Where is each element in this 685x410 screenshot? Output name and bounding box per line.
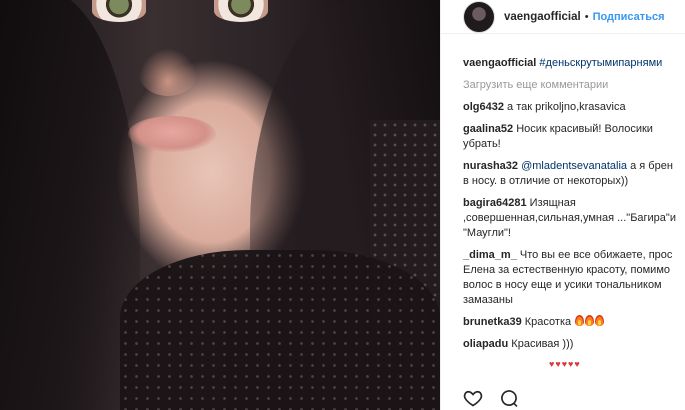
comment-mention[interactable]: @mladentsevanatalia	[521, 160, 627, 172]
comment-item: olg6432 а так prikoljno,krasavica	[463, 100, 685, 115]
heart-emoji-peek-icon: ♥♥♥♥♥	[549, 359, 581, 369]
comment-text: Красивая )))	[511, 338, 574, 350]
comment-username[interactable]: gaalina52	[463, 123, 513, 135]
comment-item: gaalina52 Носик красивый! Волосики убрат…	[463, 122, 685, 152]
comment-item: bagira64281 Изящная ,совершенная,сильная…	[463, 196, 685, 241]
photo-lace-top	[120, 250, 440, 410]
action-bar	[441, 382, 685, 410]
header-username[interactable]: vaengaofficial	[504, 11, 581, 23]
comment-item: brunetka39 Красотка	[463, 315, 685, 330]
fire-emoji-icon	[575, 315, 585, 326]
comment-text-line4: замазаны	[463, 294, 513, 306]
comment-item: nurasha32 @mladentsevanatalia а я брен в…	[463, 159, 685, 189]
post-photo[interactable]	[0, 0, 440, 410]
comment-text-line3: волос в носу еще и усики тональником	[463, 279, 662, 291]
comment-username[interactable]: bagira64281	[463, 197, 527, 209]
load-more-comments-button[interactable]: Загрузить еще комментарии	[463, 78, 685, 93]
caption-hashtag[interactable]: #деньскрутымипарнями	[539, 57, 662, 69]
comment-item: _dima_m_ Что вы ее все обижаете, прос Ел…	[463, 248, 685, 308]
comment-text-line2: Елена за естественную красоту, помимо	[463, 264, 671, 276]
post-header: vaengaofficial • Подписаться	[441, 0, 685, 34]
photo-eye-left	[92, 0, 146, 22]
caption-username[interactable]: vaengaofficial	[463, 57, 536, 69]
comment-text: Что вы ее все обижаете, прос	[519, 249, 673, 261]
comment-username[interactable]: oliapadu	[463, 338, 508, 350]
fire-emoji-icon	[585, 315, 595, 326]
caption: vaengaofficial #деньскрутымипарнями	[463, 56, 685, 71]
header-separator: •	[584, 10, 589, 23]
heart-icon[interactable]	[463, 388, 483, 408]
avatar[interactable]	[463, 0, 495, 33]
photo-eye-right	[214, 0, 268, 22]
follow-button[interactable]: Подписаться	[593, 11, 665, 23]
photo-lips	[128, 116, 216, 152]
comment-username[interactable]: _dima_m_	[463, 249, 517, 261]
comment-text-line3: "Маугли"!	[463, 227, 511, 239]
comment-text: Красотка	[524, 316, 572, 328]
comment-username[interactable]: nurasha32	[463, 160, 518, 172]
comment-icon[interactable]	[499, 388, 519, 408]
photo-nose	[138, 48, 198, 96]
comment-text: а я брен	[630, 160, 673, 172]
comment-username[interactable]: olg6432	[463, 101, 504, 113]
comment-text-line2: убрать!	[463, 138, 501, 150]
comment-item: oliapadu Красивая )))	[463, 337, 685, 352]
photo-hair-left	[0, 0, 140, 410]
comment-text-line2: ,совершенная,сильная,умная ..."Багира"и	[463, 212, 676, 224]
comments-list: vaengaofficial #деньскрутымипарнями Загр…	[441, 34, 685, 352]
comment-username[interactable]: brunetka39	[463, 316, 522, 328]
comment-text: а так prikoljno,krasavica	[507, 101, 626, 113]
comment-text: Изящная	[529, 197, 576, 209]
fire-emoji-group	[574, 315, 605, 330]
comment-text-line2: в носу. в отличие от некоторых))	[463, 175, 629, 187]
comment-text: Носик красивый! Волосики	[516, 123, 653, 135]
fire-emoji-icon	[595, 315, 605, 326]
post-sidebar: vaengaofficial • Подписаться vaengaoffic…	[440, 0, 685, 410]
